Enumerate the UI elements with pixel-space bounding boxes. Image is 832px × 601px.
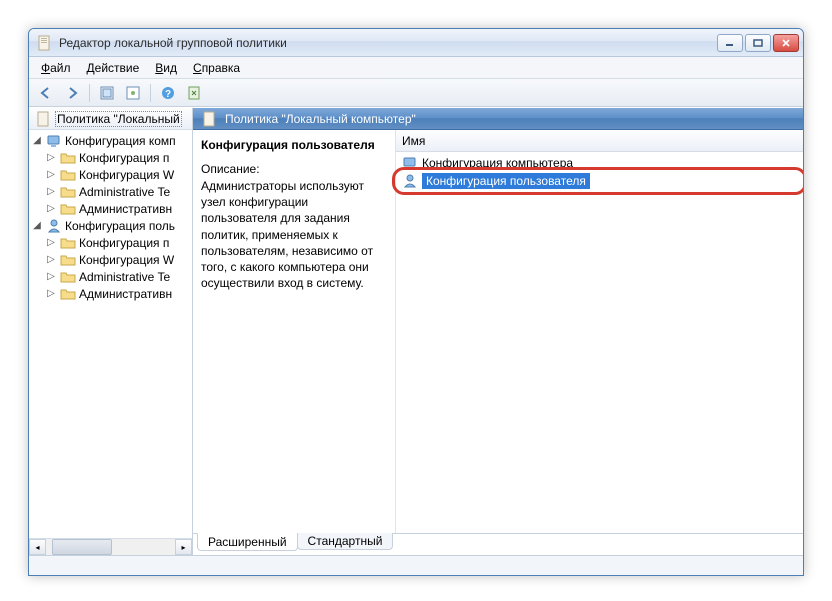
- expand-icon[interactable]: ▷: [45, 203, 57, 214]
- minimize-button[interactable]: [717, 34, 743, 52]
- collapse-icon[interactable]: ◢: [31, 220, 43, 231]
- list-column: Имя Конфигурация компьютера Конфигурация…: [395, 130, 803, 533]
- tree-item[interactable]: ▷Administrative Te: [29, 183, 192, 200]
- close-button[interactable]: [773, 34, 799, 52]
- tree-item[interactable]: ▷Конфигурация п: [29, 234, 192, 251]
- menu-file[interactable]: Файл: [33, 59, 79, 77]
- back-button[interactable]: [35, 82, 57, 104]
- expand-icon[interactable]: ▷: [45, 288, 57, 299]
- window: Редактор локальной групповой политики Фа…: [28, 28, 804, 576]
- folder-icon: [60, 235, 76, 251]
- scroll-icon: [202, 111, 218, 127]
- description-label: Описание:: [201, 162, 387, 176]
- main-header-title: Политика "Локальный компьютер": [225, 112, 416, 126]
- tab-extended[interactable]: Расширенный: [197, 533, 298, 551]
- statusbar: [29, 555, 803, 575]
- menubar: Файл Действие Вид Справка: [29, 57, 803, 79]
- user-icon: [46, 218, 62, 234]
- expand-icon[interactable]: ▷: [45, 186, 57, 197]
- menu-view[interactable]: Вид: [147, 59, 185, 77]
- expand-icon[interactable]: ▷: [45, 271, 57, 282]
- column-name-header: Имя: [402, 134, 425, 148]
- view-tabs: Расширенный Стандартный: [193, 533, 803, 555]
- tree-item[interactable]: ▷Конфигурация п: [29, 149, 192, 166]
- help-button[interactable]: ?: [157, 82, 179, 104]
- computer-icon: [46, 133, 62, 149]
- description-text: Администраторы используют узел конфигура…: [201, 178, 387, 291]
- main-header: Политика "Локальный компьютер": [193, 108, 803, 130]
- folder-icon: [60, 167, 76, 183]
- titlebar[interactable]: Редактор локальной групповой политики: [29, 29, 803, 57]
- tree-root-label: Политика "Локальный: [55, 111, 182, 127]
- tree-item[interactable]: ▷Конфигурация W: [29, 166, 192, 183]
- tree-node-user-config[interactable]: ◢ Конфигурация поль: [29, 217, 192, 234]
- main-pane: Политика "Локальный компьютер" Конфигура…: [193, 108, 803, 555]
- folder-icon: [60, 286, 76, 302]
- tree-item[interactable]: ▷Административн: [29, 200, 192, 217]
- scroll-icon: [36, 111, 52, 127]
- detail-column: Конфигурация пользователя Описание: Адми…: [193, 130, 395, 533]
- forward-button[interactable]: [61, 82, 83, 104]
- scroll-right-arrow[interactable]: ▸: [175, 539, 192, 555]
- window-title: Редактор локальной групповой политики: [59, 36, 717, 50]
- expand-icon[interactable]: ▷: [45, 237, 57, 248]
- folder-icon: [60, 252, 76, 268]
- computer-icon: [402, 155, 418, 171]
- collapse-icon[interactable]: ◢: [31, 135, 43, 146]
- maximize-button[interactable]: [745, 34, 771, 52]
- properties-button[interactable]: [183, 82, 205, 104]
- menu-action[interactable]: Действие: [79, 59, 148, 77]
- menu-help[interactable]: Справка: [185, 59, 248, 77]
- tree-item[interactable]: ▷Конфигурация W: [29, 251, 192, 268]
- folder-icon: [60, 150, 76, 166]
- expand-icon[interactable]: ▷: [45, 169, 57, 180]
- content: Политика "Локальный ◢ Конфигурация комп …: [29, 107, 803, 555]
- detail-title: Конфигурация пользователя: [201, 138, 387, 152]
- separator: [89, 84, 90, 102]
- horizontal-scrollbar[interactable]: ◂ ▸: [29, 538, 192, 555]
- folder-icon: [60, 201, 76, 217]
- scroll-left-arrow[interactable]: ◂: [29, 539, 46, 555]
- toolbar: ?: [29, 79, 803, 107]
- expand-icon[interactable]: ▷: [45, 152, 57, 163]
- list-body: Конфигурация компьютера Конфигурация пол…: [396, 152, 803, 533]
- app-icon: [37, 35, 53, 51]
- user-icon: [402, 173, 418, 189]
- show-hide-tree-button[interactable]: [122, 82, 144, 104]
- list-column-header[interactable]: Имя: [396, 130, 803, 152]
- separator: [150, 84, 151, 102]
- folder-icon: [60, 184, 76, 200]
- tree-header[interactable]: Политика "Локальный: [29, 108, 192, 130]
- tree-item[interactable]: ▷Administrative Te: [29, 268, 192, 285]
- scroll-thumb[interactable]: [52, 539, 112, 555]
- expand-icon[interactable]: ▷: [45, 254, 57, 265]
- up-button[interactable]: [96, 82, 118, 104]
- folder-icon: [60, 269, 76, 285]
- svg-text:?: ?: [165, 89, 171, 100]
- list-item-computer-config[interactable]: Конфигурация компьютера: [400, 154, 799, 172]
- tree-body: ◢ Конфигурация комп ▷Конфигурация п ▷Кон…: [29, 130, 192, 538]
- tree-item[interactable]: ▷Административн: [29, 285, 192, 302]
- main-body: Конфигурация пользователя Описание: Адми…: [193, 130, 803, 533]
- list-item-user-config[interactable]: Конфигурация пользователя: [400, 172, 799, 190]
- tree-pane: Политика "Локальный ◢ Конфигурация комп …: [29, 108, 193, 555]
- tab-standard[interactable]: Стандартный: [297, 533, 394, 550]
- tree-node-computer-config[interactable]: ◢ Конфигурация комп: [29, 132, 192, 149]
